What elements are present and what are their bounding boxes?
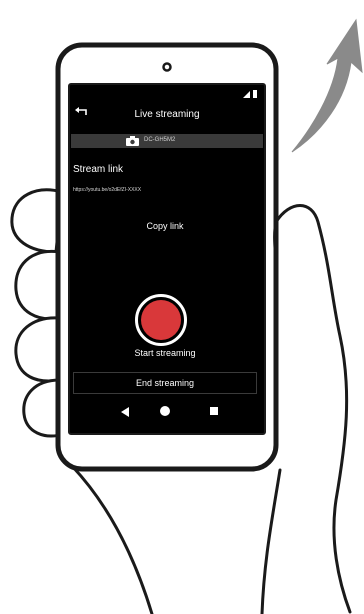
- camera-info-bar: DC-GH5M2: [71, 134, 263, 148]
- phone-screen: Live streaming DC-GH5M2 Stream link http…: [71, 86, 263, 432]
- triangle-back-icon[interactable]: [121, 407, 131, 417]
- record-icon: [141, 300, 181, 340]
- stream-link-url: https://youtu.be/o2dEfZI-XXXX: [73, 187, 142, 193]
- stream-link-heading: Stream link: [73, 164, 124, 175]
- start-streaming-button[interactable]: [135, 294, 187, 346]
- camera-model-name: DC-GH5M2: [144, 137, 176, 143]
- android-nav-bar: [71, 402, 263, 424]
- app-header: Live streaming: [71, 102, 263, 126]
- curved-arrow-icon: [291, 18, 363, 153]
- front-camera: [162, 62, 172, 72]
- circle-home-icon[interactable]: [160, 406, 170, 416]
- start-streaming-label: Start streaming: [134, 348, 196, 358]
- camera-icon: [126, 136, 139, 146]
- end-streaming-button[interactable]: End streaming: [73, 372, 257, 394]
- signal-battery-icon: [243, 90, 257, 98]
- square-recent-icon[interactable]: [210, 407, 218, 415]
- illustration-stage: Live streaming DC-GH5M2 Stream link http…: [0, 0, 364, 614]
- page-title: Live streaming: [134, 109, 200, 120]
- copy-link-button[interactable]: Copy link: [137, 218, 193, 234]
